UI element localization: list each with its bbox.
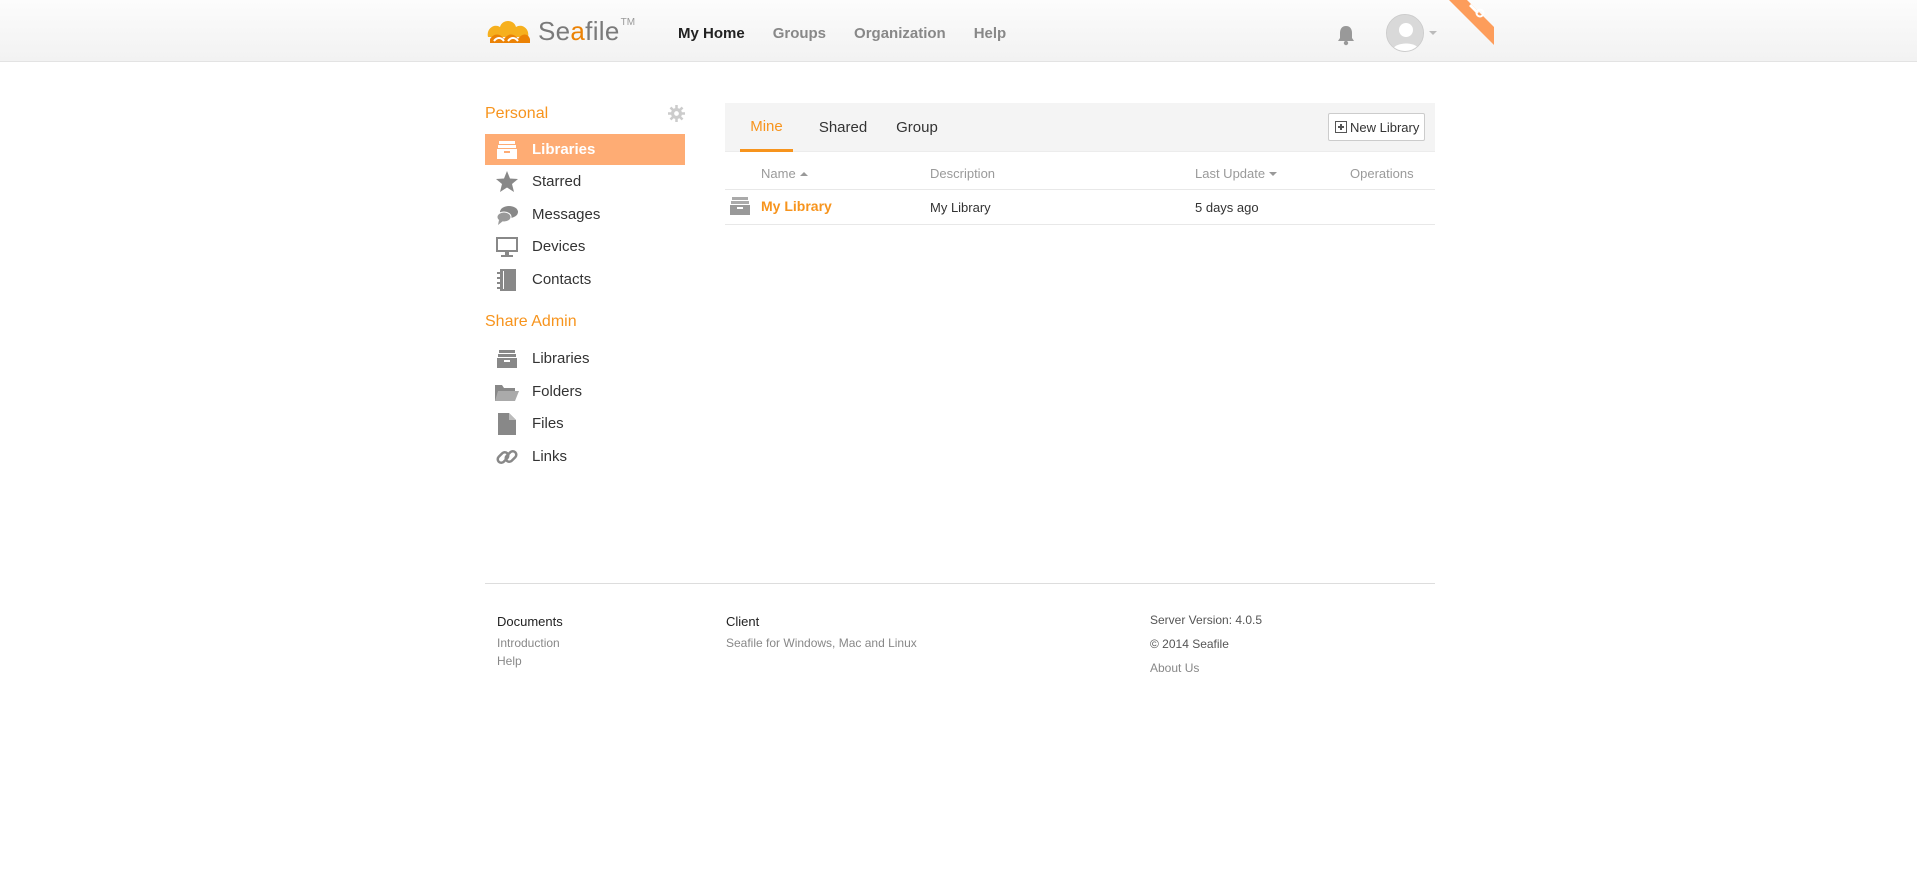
logo-trademark: TM [620,16,636,28]
link-icon [495,446,519,468]
gear-icon[interactable] [668,105,685,122]
user-icon [1387,15,1423,51]
sidebar-item-label: Contacts [532,271,592,288]
sidebar-item-files[interactable]: Files [485,408,685,439]
sidebar-item-label: Folders [532,383,583,400]
logo-text: Seafile [538,15,620,46]
seafile-logo-icon [487,21,530,43]
sidebar-item-contacts[interactable]: Contacts [485,264,685,295]
chat-icon [495,204,519,226]
folder-icon [495,381,519,403]
column-header-operations: Operations [1350,166,1414,181]
sidebar-item-links[interactable]: Links [485,441,685,472]
sidebar-item-libraries[interactable]: Libraries [485,134,685,165]
sort-up-icon [799,171,808,176]
tab-mine[interactable]: Mine [740,103,793,152]
chevron-down-icon[interactable] [1429,31,1437,35]
library-icon [495,139,519,161]
sidebar-item-label: Libraries [532,141,596,158]
sidebar-item-label: Files [532,415,564,432]
avatar[interactable] [1386,14,1424,52]
sidebar-share-admin-title: Share Admin [485,313,577,330]
footer-divider [485,583,1435,584]
tab-shared[interactable]: Shared [813,103,873,152]
footer-documents-title: Documents [497,614,563,629]
main-nav: My Home Groups Organization Help [678,0,1034,66]
sidebar-item-messages[interactable]: Messages [485,199,685,230]
sidebar-item-share-libraries[interactable]: Libraries [485,343,685,374]
footer-copyright: © 2014 Seafile [1150,637,1229,651]
sidebar-item-label: Starred [532,173,582,190]
contacts-icon [495,268,519,291]
star-icon [495,171,519,193]
new-library-button[interactable]: New Library [1328,113,1425,141]
sidebar-item-starred[interactable]: Starred [485,166,685,197]
sidebar-item-label: Messages [532,206,601,223]
footer-client-title: Client [726,614,760,629]
footer-link-help[interactable]: Help [497,654,522,668]
file-icon [495,412,519,435]
nav-groups[interactable]: Groups [773,25,826,42]
new-library-label: New Library [1350,119,1420,135]
sidebar-personal-title: Personal [485,105,549,122]
sidebar-item-devices[interactable]: Devices [485,231,685,262]
column-header-name[interactable]: Name [761,166,808,181]
admin-corner[interactable] [1449,0,1494,45]
library-description: My Library [930,200,991,215]
library-icon [730,197,750,215]
plus-icon [1335,121,1347,133]
column-header-last-update[interactable]: Last Update [1195,166,1278,181]
footer-link-about[interactable]: About Us [1150,661,1199,675]
library-name-link[interactable]: My Library [761,198,832,214]
seafile-logo[interactable]: Seafile TM [484,12,635,50]
sidebar-item-label: Links [532,448,568,465]
footer-link-introduction[interactable]: Introduction [497,636,560,650]
nav-help[interactable]: Help [974,25,1007,42]
table-divider [725,189,1435,190]
sort-down-icon [1269,171,1278,176]
wrench-icon [1449,0,1494,45]
footer-link-client[interactable]: Seafile for Windows, Mac and Linux [726,636,917,650]
bell-icon[interactable] [1336,24,1356,46]
monitor-icon [495,236,519,258]
library-last-update: 5 days ago [1195,200,1259,215]
sidebar-item-label: Libraries [532,350,590,367]
nav-organization[interactable]: Organization [854,25,946,42]
sidebar-item-folders[interactable]: Folders [485,376,685,407]
table-divider [725,224,1435,225]
sidebar-item-label: Devices [532,238,586,255]
tab-group[interactable]: Group [891,103,943,152]
top-header: Seafile TM My Home Groups Organization He… [0,0,1917,62]
column-header-description: Description [930,166,996,181]
library-icon [495,348,519,370]
nav-my-home[interactable]: My Home [678,25,745,42]
footer-server-version: Server Version: 4.0.5 [1150,613,1263,627]
